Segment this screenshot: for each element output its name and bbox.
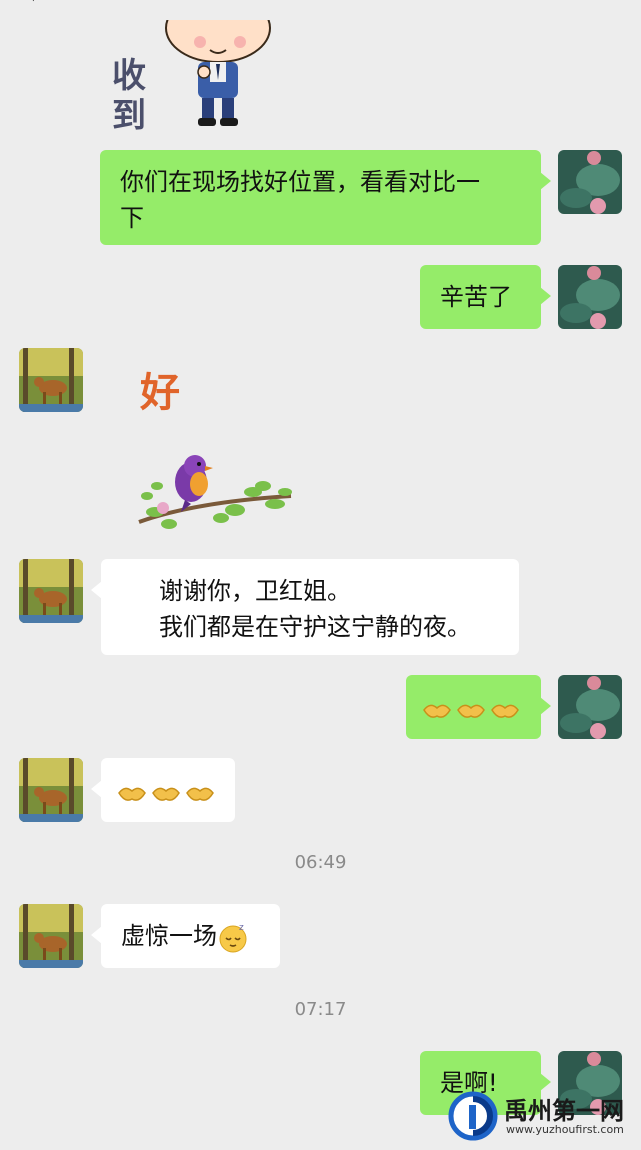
cartoon-man-icon [165,20,271,126]
contact-avatar[interactable] [19,348,83,412]
deer-forest-icon [19,758,83,822]
bird-sticker[interactable] [135,452,295,534]
lotus-leaf-icon [558,150,622,214]
deer-forest-icon [19,348,83,412]
message-bubble-sent[interactable]: 辛苦了 [420,265,551,329]
back-icon[interactable]: ‹ [26,0,36,10]
deer-forest-icon [19,559,83,623]
message-text: 你们在现场找好位置，看看对比一 [120,168,480,196]
deer-forest-icon [19,904,83,968]
message-bubble-received[interactable] [91,758,235,822]
watermark-name: 禹州第一网 [504,1097,624,1125]
contact-avatar[interactable] [19,904,83,968]
handshake-icon [491,704,519,718]
sticker-text-2: 到 [112,96,146,136]
contact-avatar[interactable] [19,559,83,623]
my-avatar[interactable] [558,265,622,329]
bird-on-branch-icon [138,455,292,529]
message-text: 辛苦了 [440,283,512,311]
site-logo-icon [448,1091,498,1141]
lotus-leaf-icon [558,265,622,329]
timestamp: 07:17 [294,999,347,1020]
handshake-icon [152,787,180,801]
handshake-icon [423,704,451,718]
sticker-text: 好 [140,369,180,416]
watermark-url: www.yuzhoufirst.com [506,1123,624,1136]
handshake-icon [457,704,485,718]
contact-avatar[interactable] [19,758,83,822]
message-text: 谢谢你，卫红姐。 [159,577,351,605]
message-text: 我们都是在守护这宁静的夜。 [159,613,471,641]
title-bar: ‹ [0,0,641,10]
my-avatar[interactable] [558,675,622,739]
lotus-leaf-icon [558,675,622,739]
received-sticker[interactable]: 收 到 [100,20,290,136]
sleepy-face-icon: z [219,923,247,953]
my-avatar[interactable] [558,150,622,214]
message-text: 虚惊一场 [121,922,217,950]
site-watermark: 禹州第一网 www.yuzhoufirst.com [448,1087,638,1145]
handshake-icon [118,787,146,801]
message-text: 下 [120,204,144,232]
handshake-icon [186,787,214,801]
good-sticker[interactable]: 好 [140,360,200,416]
message-bubble-received[interactable]: 谢谢你，卫红姐。 我们都是在守护这宁静的夜。 [91,559,519,655]
message-bubble-sent[interactable]: 你们在现场找好位置，看看对比一 下 [100,150,551,245]
svg-text:z: z [239,923,244,933]
timestamp: 06:49 [294,852,347,873]
message-bubble-sent[interactable] [406,675,551,739]
message-bubble-received[interactable]: 虚惊一场 z [91,904,280,968]
